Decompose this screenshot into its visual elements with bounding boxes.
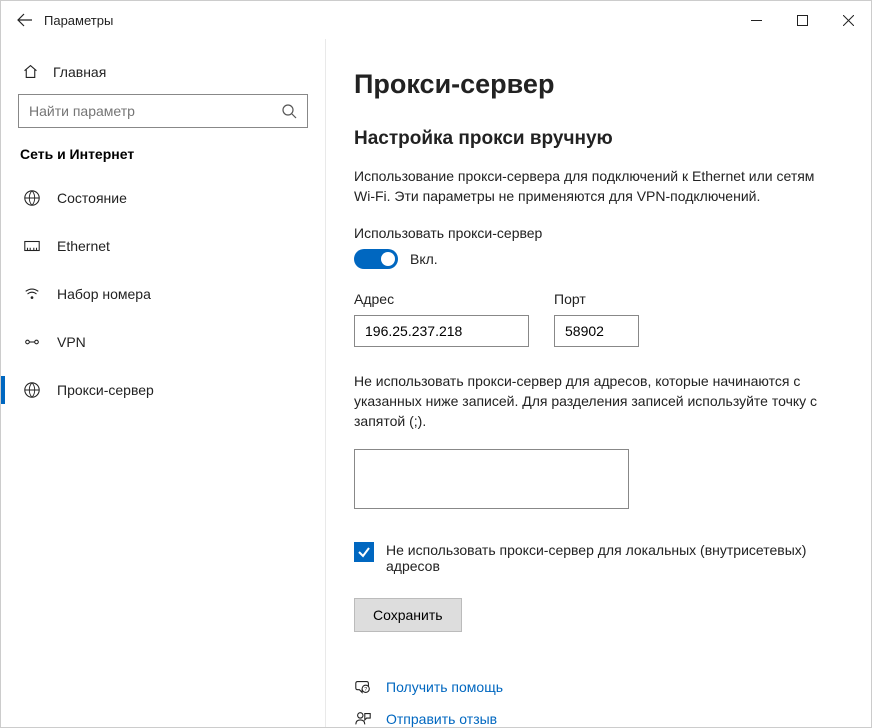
local-bypass-checkbox[interactable] [354, 542, 374, 562]
local-bypass-label: Не использовать прокси-сервер для локаль… [386, 542, 824, 574]
window-controls [733, 1, 871, 39]
search-icon [281, 103, 297, 119]
address-input[interactable] [354, 315, 529, 347]
use-proxy-toggle[interactable] [354, 249, 398, 269]
search-box[interactable] [18, 94, 308, 128]
feedback-link-label: Отправить отзыв [386, 711, 497, 727]
checkmark-icon [357, 545, 371, 559]
section-description: Использование прокси-сервера для подключ… [354, 166, 824, 207]
proxy-icon [23, 381, 41, 399]
home-icon [22, 63, 39, 80]
help-icon: ? [354, 678, 372, 696]
close-icon [843, 15, 854, 26]
maximize-button[interactable] [779, 1, 825, 39]
save-button[interactable]: Сохранить [354, 598, 462, 632]
maximize-icon [797, 15, 808, 26]
section-heading: Настройка прокси вручную [354, 128, 843, 150]
sidebar-item-proxy[interactable]: Прокси-сервер [18, 368, 308, 412]
section-label: Сеть и Интернет [20, 146, 308, 162]
minimize-icon [751, 15, 762, 26]
window-title: Параметры [44, 13, 113, 28]
ethernet-icon [23, 237, 41, 255]
sidebar-item-vpn[interactable]: VPN [18, 320, 308, 364]
bypass-description: Не использовать прокси-сервер для адресо… [354, 371, 824, 432]
back-button[interactable] [11, 1, 39, 39]
sidebar-item-label: VPN [57, 334, 86, 350]
sidebar-item-dialup[interactable]: Набор номера [18, 272, 308, 316]
page-title: Прокси-сервер [354, 69, 843, 100]
port-label: Порт [554, 291, 639, 307]
main-panel: Прокси-сервер Настройка прокси вручную И… [326, 39, 871, 727]
search-input[interactable] [29, 103, 281, 119]
sidebar-item-label: Состояние [57, 190, 127, 206]
globe-icon [23, 189, 41, 207]
help-link-label: Получить помощь [386, 679, 503, 695]
home-label: Главная [53, 64, 106, 80]
sidebar-item-status[interactable]: Состояние [18, 176, 308, 220]
address-label: Адрес [354, 291, 529, 307]
sidebar-item-ethernet[interactable]: Ethernet [18, 224, 308, 268]
sidebar-item-label: Прокси-сервер [57, 382, 154, 398]
bypass-textarea[interactable] [354, 449, 629, 509]
home-nav[interactable]: Главная [18, 57, 308, 94]
minimize-button[interactable] [733, 1, 779, 39]
vpn-icon [23, 333, 41, 351]
sidebar-item-label: Набор номера [57, 286, 151, 302]
sidebar: Главная Сеть и Интернет Состояние Ethern… [1, 39, 326, 727]
close-button[interactable] [825, 1, 871, 39]
feedback-link[interactable]: Отправить отзыв [354, 710, 843, 727]
dialup-icon [23, 285, 41, 303]
feedback-icon [354, 710, 372, 727]
arrow-left-icon [17, 12, 33, 28]
help-link[interactable]: ? Получить помощь [354, 678, 843, 696]
titlebar: Параметры [1, 1, 871, 39]
svg-text:?: ? [364, 688, 367, 694]
sidebar-item-label: Ethernet [57, 238, 110, 254]
use-proxy-label: Использовать прокси-сервер [354, 225, 843, 241]
toggle-state-label: Вкл. [410, 251, 438, 267]
port-input[interactable] [554, 315, 639, 347]
